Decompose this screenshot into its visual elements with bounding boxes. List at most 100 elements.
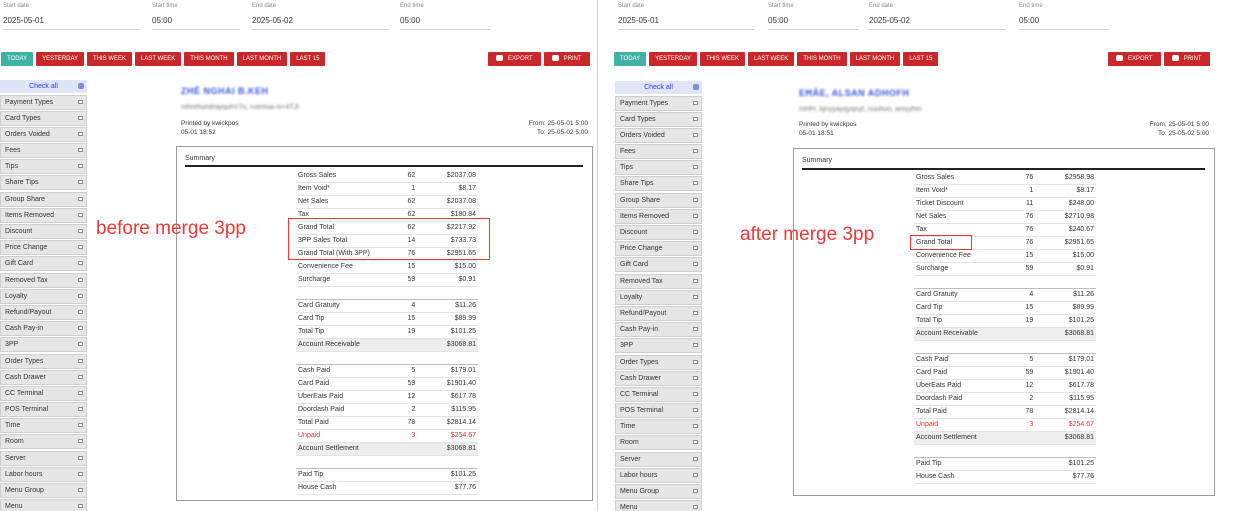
export-button[interactable]: EXPORT	[1108, 52, 1161, 66]
row-count: 59	[395, 273, 418, 287]
filter-last-15-button[interactable]: LAST 15	[290, 52, 326, 66]
sidebar-item-orders-voided[interactable]: Orders Voided	[0, 126, 87, 142]
sidebar-item-time[interactable]: Time	[615, 419, 702, 435]
start-date-field[interactable]: Start date 2025-05-01	[3, 3, 139, 30]
sidebar-item-price-change[interactable]: Price Change	[0, 240, 87, 256]
sidebar-item-gift-card[interactable]: Gift Card	[0, 256, 87, 272]
end-time-field[interactable]: End time 05:00	[400, 3, 490, 30]
sidebar-item-cash-pay-in[interactable]: Cash Pay-in	[615, 322, 702, 338]
sidebar-item-refund-payout[interactable]: Refund/Payout	[0, 304, 87, 320]
sidebar-item-payment-types[interactable]: Payment Types	[0, 94, 87, 110]
filter-last-month-button[interactable]: LAST MONTH	[236, 52, 288, 66]
sidebar-item-3pp[interactable]: 3PP	[0, 337, 87, 353]
sidebar-item-cc-terminal[interactable]: CC Terminal	[615, 386, 702, 402]
row-amount: $179.01	[417, 364, 478, 378]
start-time-value: 05:00	[768, 16, 789, 25]
sidebar-item-cash-pay-in[interactable]: Cash Pay-in	[0, 321, 87, 337]
sidebar-item-order-types[interactable]: Order Types	[0, 353, 87, 369]
sidebar-item-loyalty[interactable]: Loyalty	[0, 288, 87, 304]
row-amount: $3068.81	[417, 442, 478, 456]
filter-yesterday-button[interactable]: YESTERDAY	[36, 52, 85, 66]
filter-this-week-button[interactable]: THIS WEEK	[700, 52, 746, 66]
filter-last-week-button[interactable]: LAST WEEK	[135, 52, 182, 66]
sidebar-item-label: Tips	[5, 163, 18, 171]
sidebar-item-group-share[interactable]: Group Share	[615, 192, 702, 208]
sidebar-item-server[interactable]: Server	[615, 451, 702, 467]
sidebar-item-discount[interactable]: Discount	[0, 224, 87, 239]
sidebar-item-room[interactable]: Room	[615, 435, 702, 451]
sidebar-item-price-change[interactable]: Price Change	[615, 241, 702, 257]
sidebar-item-removed-tax[interactable]: Removed Tax	[615, 273, 702, 289]
filter-yesterday-button[interactable]: YESTERDAY	[649, 52, 698, 66]
sidebar-item-label: Removed Tax	[620, 277, 663, 285]
sidebar-item-items-removed[interactable]: Items Removed	[0, 207, 87, 223]
summary-row: Card Gratuity 4 $11.26	[296, 299, 478, 313]
sidebar-item-menu-group[interactable]: Menu Group	[615, 484, 702, 499]
sidebar-item-server[interactable]: Server	[0, 450, 87, 466]
sidebar-item-fees[interactable]: Fees	[615, 144, 702, 160]
sidebar-item-tips[interactable]: Tips	[615, 160, 702, 176]
checkbox-icon	[693, 456, 698, 461]
sidebar-item-pos-terminal[interactable]: POS Terminal	[615, 403, 702, 419]
sidebar-item-discount[interactable]: Discount	[615, 225, 702, 240]
end-time-field[interactable]: End time 05:00	[1019, 3, 1109, 30]
sidebar-item-gift-card[interactable]: Gift Card	[615, 257, 702, 273]
summary-row: Card Gratuity 4 $11.26	[914, 288, 1096, 302]
sidebar-item-share-tips[interactable]: Share Tips	[615, 176, 702, 192]
row-count	[395, 338, 418, 352]
end-date-field[interactable]: End date 2025-05-02	[252, 3, 389, 30]
sidebar-item-cash-drawer[interactable]: Cash Drawer	[0, 369, 87, 385]
filter-last-week-button[interactable]: LAST WEEK	[748, 52, 795, 66]
print-button[interactable]: PRINT	[543, 52, 590, 66]
sidebar-item-menu[interactable]: Menu	[0, 499, 87, 511]
summary-row: Ticket Discount 11 $248.00	[914, 197, 1096, 211]
start-date-field[interactable]: Start date 2025-05-01	[618, 3, 754, 30]
sidebar-item-pos-terminal[interactable]: POS Terminal	[0, 402, 87, 418]
sidebar-item-labor-hours[interactable]: Labor hours	[0, 466, 87, 482]
sidebar-item-removed-tax[interactable]: Removed Tax	[0, 272, 87, 288]
row-amount: $2951.65	[1035, 236, 1096, 250]
checkbox-icon	[78, 423, 83, 428]
filter-last-15-button[interactable]: LAST 15	[903, 52, 939, 66]
print-button[interactable]: PRINT	[1163, 52, 1210, 66]
row-amount	[1035, 340, 1096, 354]
sidebar-item-refund-payout[interactable]: Refund/Payout	[615, 305, 702, 321]
summary-row: Gross Sales 76 $2958.98	[914, 171, 1096, 185]
sidebar-item-group-share[interactable]: Group Share	[0, 191, 87, 207]
sidebar-item-order-types[interactable]: Order Types	[615, 354, 702, 370]
filter-today-button[interactable]: TODAY	[614, 52, 647, 66]
check-all-toggle[interactable]: Check all	[0, 80, 87, 93]
sidebar-item-cash-drawer[interactable]: Cash Drawer	[615, 370, 702, 386]
sidebar-item-orders-voided[interactable]: Orders Voided	[615, 127, 702, 143]
export-button[interactable]: EXPORT	[488, 52, 541, 66]
sidebar-item-fees[interactable]: Fees	[0, 143, 87, 159]
sidebar-item-time[interactable]: Time	[0, 418, 87, 434]
sidebar-item-items-removed[interactable]: Items Removed	[615, 208, 702, 224]
end-date-field[interactable]: End date 2025-05-02	[869, 3, 1006, 30]
sidebar-item-cc-terminal[interactable]: CC Terminal	[0, 385, 87, 401]
sidebar-item-menu-group[interactable]: Menu Group	[0, 483, 87, 498]
filter-this-week-button[interactable]: THIS WEEK	[87, 52, 133, 66]
sidebar-item-3pp[interactable]: 3PP	[615, 338, 702, 354]
filter-this-month-button[interactable]: THIS MONTH	[184, 52, 234, 66]
checkbox-icon	[693, 100, 698, 105]
sidebar-item-card-types[interactable]: Card Types	[0, 110, 87, 126]
sidebar-item-label: Removed Tax	[5, 276, 48, 284]
start-time-field[interactable]: Start time 05:00	[768, 3, 858, 30]
filter-today-button[interactable]: TODAY	[1, 52, 34, 66]
row-label: Cash Paid	[914, 353, 1014, 367]
sidebar-item-card-types[interactable]: Card Types	[615, 111, 702, 127]
printer-icon	[1171, 55, 1179, 61]
sidebar-item-labor-hours[interactable]: Labor hours	[615, 467, 702, 483]
sidebar-item-share-tips[interactable]: Share Tips	[0, 175, 87, 191]
filter-this-month-button[interactable]: THIS MONTH	[797, 52, 847, 66]
sidebar-item-room[interactable]: Room	[0, 434, 87, 450]
sidebar-item-menu[interactable]: Menu	[615, 500, 702, 511]
sidebar-item-tips[interactable]: Tips	[0, 159, 87, 175]
filter-last-month-button[interactable]: LAST MONTH	[849, 52, 901, 66]
start-time-field[interactable]: Start time 05:00	[152, 3, 240, 30]
sidebar-item-payment-types[interactable]: Payment Types	[615, 95, 702, 111]
end-time-value: 05:00	[400, 16, 421, 25]
sidebar-item-loyalty[interactable]: Loyalty	[615, 289, 702, 305]
check-all-toggle[interactable]: Check all	[615, 81, 702, 94]
